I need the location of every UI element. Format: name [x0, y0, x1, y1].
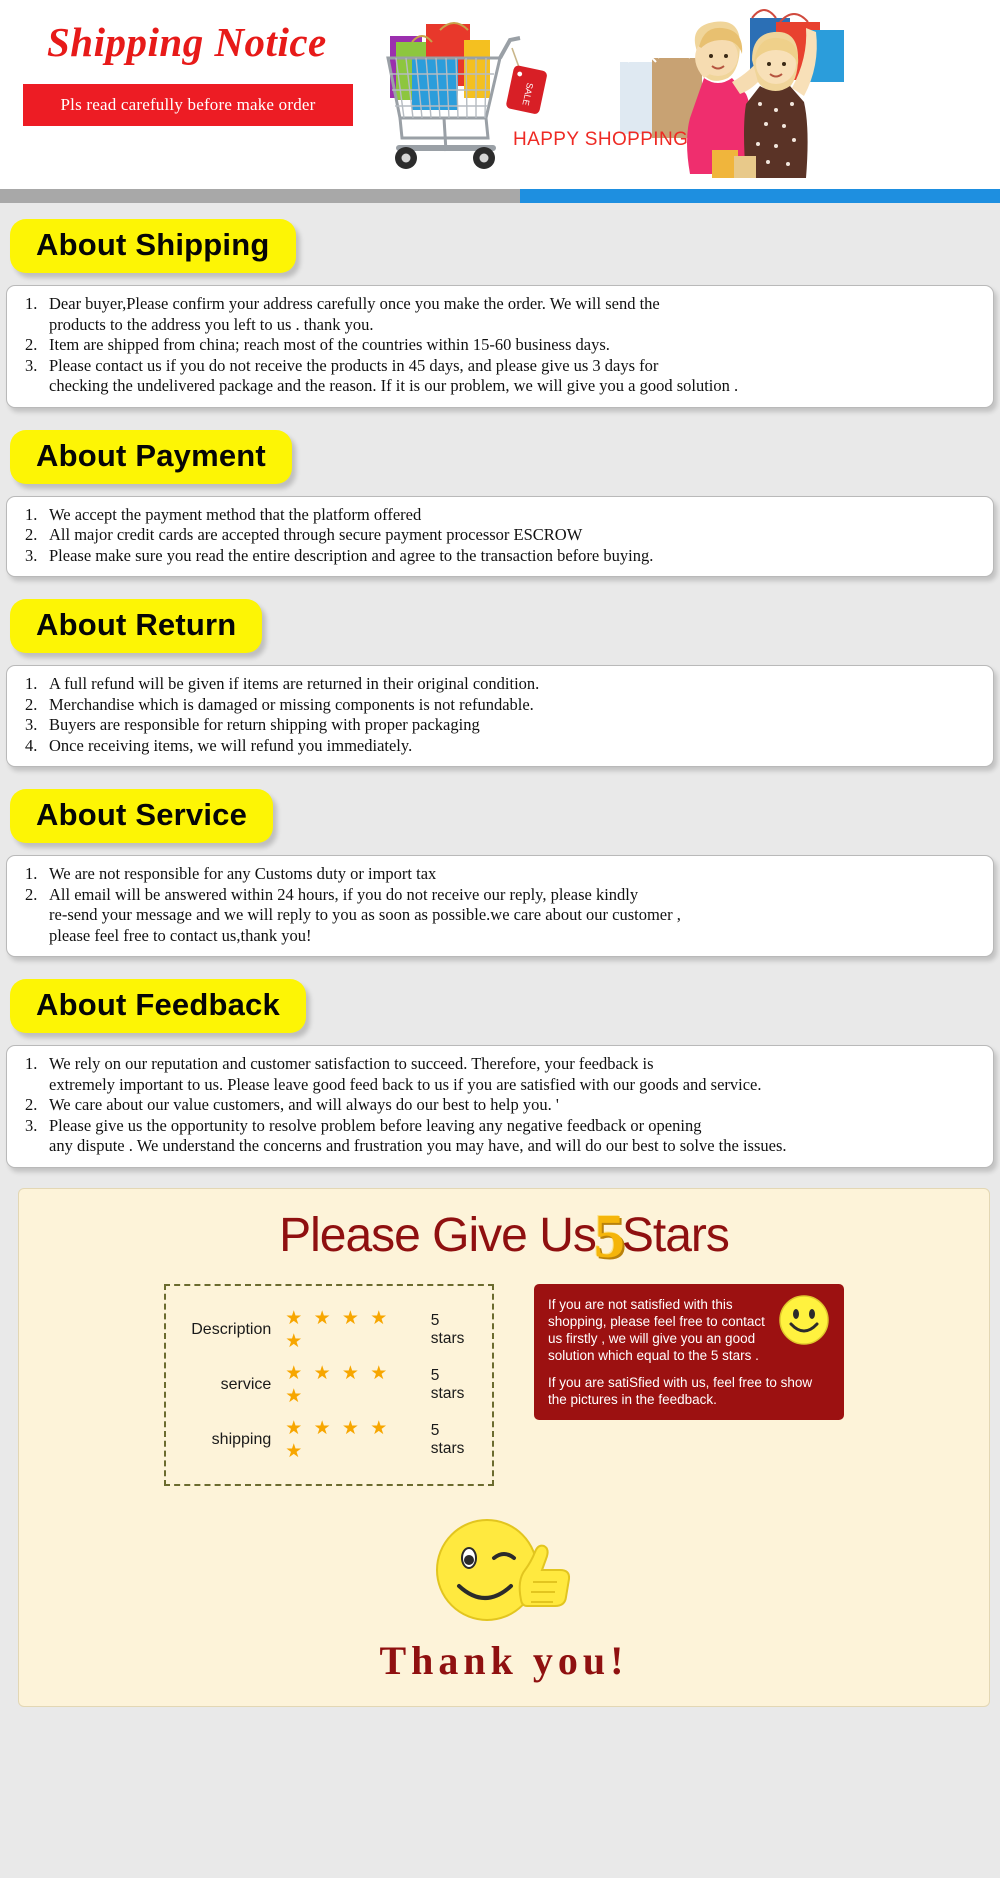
star-icon-group: ★ ★ ★ ★ ★ — [285, 1417, 391, 1462]
list-item-line: checking the undelivered package and the… — [49, 376, 739, 395]
rating-value: 5 stars — [430, 1311, 465, 1347]
title-before-text: Please Give Us — [279, 1208, 597, 1262]
list-item-line: All email will be answered within 24 hou… — [49, 884, 639, 904]
section-heading-label: About Shipping — [36, 227, 270, 262]
list-item: All email will be answered within 24 hou… — [25, 885, 979, 947]
list-item-line: Please contact us if you do not receive … — [49, 355, 659, 375]
rating-label: service — [220, 1375, 272, 1393]
section-content-box: Dear buyer,Please confirm your address c… — [6, 285, 994, 408]
title-after-text: Stars — [621, 1208, 730, 1262]
list-item: Buyers are responsible for return shippi… — [25, 715, 979, 736]
notice-text-secondary: If you are satiSfied with us, feel free … — [548, 1374, 813, 1407]
list-item-line: re-send your message and we will reply t… — [49, 905, 681, 924]
rating-label: shipping — [211, 1430, 272, 1448]
list-item-line: A full refund will be given if items are… — [49, 674, 540, 693]
list-item-line: Buyers are responsible for return shippi… — [49, 715, 480, 734]
list-item: All major credit cards are accepted thro… — [25, 525, 979, 546]
page-title: Shipping Notice — [47, 19, 327, 65]
list-item: Item are shipped from china; reach most … — [25, 335, 979, 356]
list-item: Please give us the opportunity to resolv… — [25, 1116, 979, 1157]
section-about-service: About Service We are not responsible for… — [0, 773, 1000, 963]
section-about-feedback: About Feedback We rely on our reputation… — [0, 963, 1000, 1174]
list-item: We accept the payment method that the pl… — [25, 505, 979, 526]
header-divider-blue — [520, 189, 1000, 203]
section-list: A full refund will be given if items are… — [21, 674, 979, 756]
thank-you-block: Thank you! — [29, 1508, 979, 1684]
list-item: Merchandise which is damaged or missing … — [25, 695, 979, 716]
winking-thumbs-up-icon — [29, 1508, 979, 1633]
list-item-line: products to the address you left to us .… — [49, 314, 374, 334]
satisfaction-notice-box: If you are not satisfied with this shopp… — [534, 1283, 844, 1420]
list-item: Please make sure you read the entire des… — [25, 546, 979, 567]
list-item-line: Item are shipped from china; reach most … — [49, 335, 610, 354]
section-heading-label: About Service — [36, 797, 248, 832]
section-heading-label: About Return — [36, 607, 237, 642]
list-item-line: We accept the payment method that the pl… — [49, 504, 422, 524]
page-header: Shipping Notice Pls read carefully befor… — [0, 0, 1000, 203]
give-us-five-stars-title: Please Give Us5Stars — [29, 1202, 979, 1271]
rating-row: shipping ★ ★ ★ ★ ★ 5 stars — [178, 1417, 476, 1463]
section-content-box: We are not responsible for any Customs d… — [6, 855, 994, 957]
section-list: We are not responsible for any Customs d… — [21, 864, 979, 946]
list-item: We rely on our reputation and customer s… — [25, 1054, 979, 1095]
section-heading-label: About Payment — [36, 437, 266, 473]
list-item: A full refund will be given if items are… — [25, 674, 979, 695]
header-divider-grey — [0, 189, 520, 203]
ribbon-label: Pls read carefully before make order — [60, 95, 316, 114]
thank-you-text: Thank you! — [379, 1637, 629, 1683]
list-item: Please contact us if you do not receive … — [25, 356, 979, 397]
smiley-face-icon — [778, 1294, 830, 1346]
section-content-box: A full refund will be given if items are… — [6, 665, 994, 767]
list-item-line: We care about our value customers, and w… — [49, 1095, 559, 1114]
list-item-line: Merchandise which is damaged or missing … — [49, 694, 534, 714]
shipping-notice-page: Shipping Notice Pls read carefully befor… — [0, 0, 1000, 1723]
star-icon-group: ★ ★ ★ ★ ★ — [285, 1307, 391, 1352]
rating-row: service ★ ★ ★ ★ ★ 5 stars — [178, 1362, 476, 1408]
happy-shopping-label: HAPPY SHOPPING — [513, 129, 689, 150]
section-heading-badge: About Feedback — [10, 979, 306, 1033]
section-content-box: We accept the payment method that the pl… — [6, 495, 994, 577]
section-heading-badge: About Service — [10, 789, 274, 843]
list-item-line: Dear buyer,Please confirm your address c… — [49, 294, 660, 313]
rating-value: 5 stars — [430, 1421, 465, 1457]
section-content-box: We rely on our reputation and customer s… — [6, 1045, 994, 1168]
list-item: Once receiving items, we will refund you… — [25, 736, 979, 757]
ratings-and-notice-row: Description ★ ★ ★ ★ ★ 5 stars service ★ … — [29, 1283, 979, 1486]
ratings-box: Description ★ ★ ★ ★ ★ 5 stars service ★ … — [164, 1283, 494, 1486]
five-stars-panel: Please Give Us5Stars Description ★ ★ ★ ★… — [18, 1187, 990, 1707]
read-carefully-ribbon: Pls read carefully before make order — [23, 84, 353, 126]
star-icon-group: ★ ★ ★ ★ ★ — [285, 1362, 391, 1407]
list-item-line: extremely important to us. Please leave … — [49, 1074, 762, 1094]
list-item: Dear buyer,Please confirm your address c… — [25, 294, 979, 335]
list-item: We are not responsible for any Customs d… — [25, 864, 979, 885]
list-item-line: please feel free to contact us,thank you… — [49, 925, 312, 945]
list-item-line: any dispute . We understand the concerns… — [49, 1136, 787, 1155]
section-about-shipping: About Shipping Dear buyer,Please confirm… — [0, 203, 1000, 414]
list-item-line: All major credit cards are accepted thro… — [49, 525, 583, 544]
rating-label: Description — [191, 1320, 272, 1338]
section-heading-badge: About Return — [10, 599, 263, 653]
section-heading-label: About Feedback — [36, 987, 280, 1022]
list-item-line: Once receiving items, we will refund you… — [49, 735, 413, 755]
section-list: Dear buyer,Please confirm your address c… — [21, 294, 979, 397]
rating-value: 5 stars — [430, 1366, 465, 1402]
list-item: We care about our value customers, and w… — [25, 1095, 979, 1116]
section-list: We accept the payment method that the pl… — [21, 505, 979, 567]
list-item-line: Please make sure you read the entire des… — [49, 545, 654, 565]
section-heading-badge: About Shipping — [10, 219, 296, 273]
section-list: We rely on our reputation and customer s… — [21, 1054, 979, 1157]
big-five-number: 5 — [593, 1202, 625, 1271]
section-heading-badge: About Payment — [10, 429, 292, 484]
section-about-payment: About Payment We accept the payment meth… — [0, 414, 1000, 584]
rating-row: Description ★ ★ ★ ★ ★ 5 stars — [178, 1307, 476, 1353]
list-item-line: We are not responsible for any Customs d… — [49, 864, 437, 883]
section-about-return: About Return A full refund will be given… — [0, 583, 1000, 773]
sections-container: About Shipping Dear buyer,Please confirm… — [0, 203, 1000, 1707]
list-item-line: We rely on our reputation and customer s… — [49, 1054, 654, 1073]
list-item-line: Please give us the opportunity to resolv… — [49, 1115, 702, 1135]
